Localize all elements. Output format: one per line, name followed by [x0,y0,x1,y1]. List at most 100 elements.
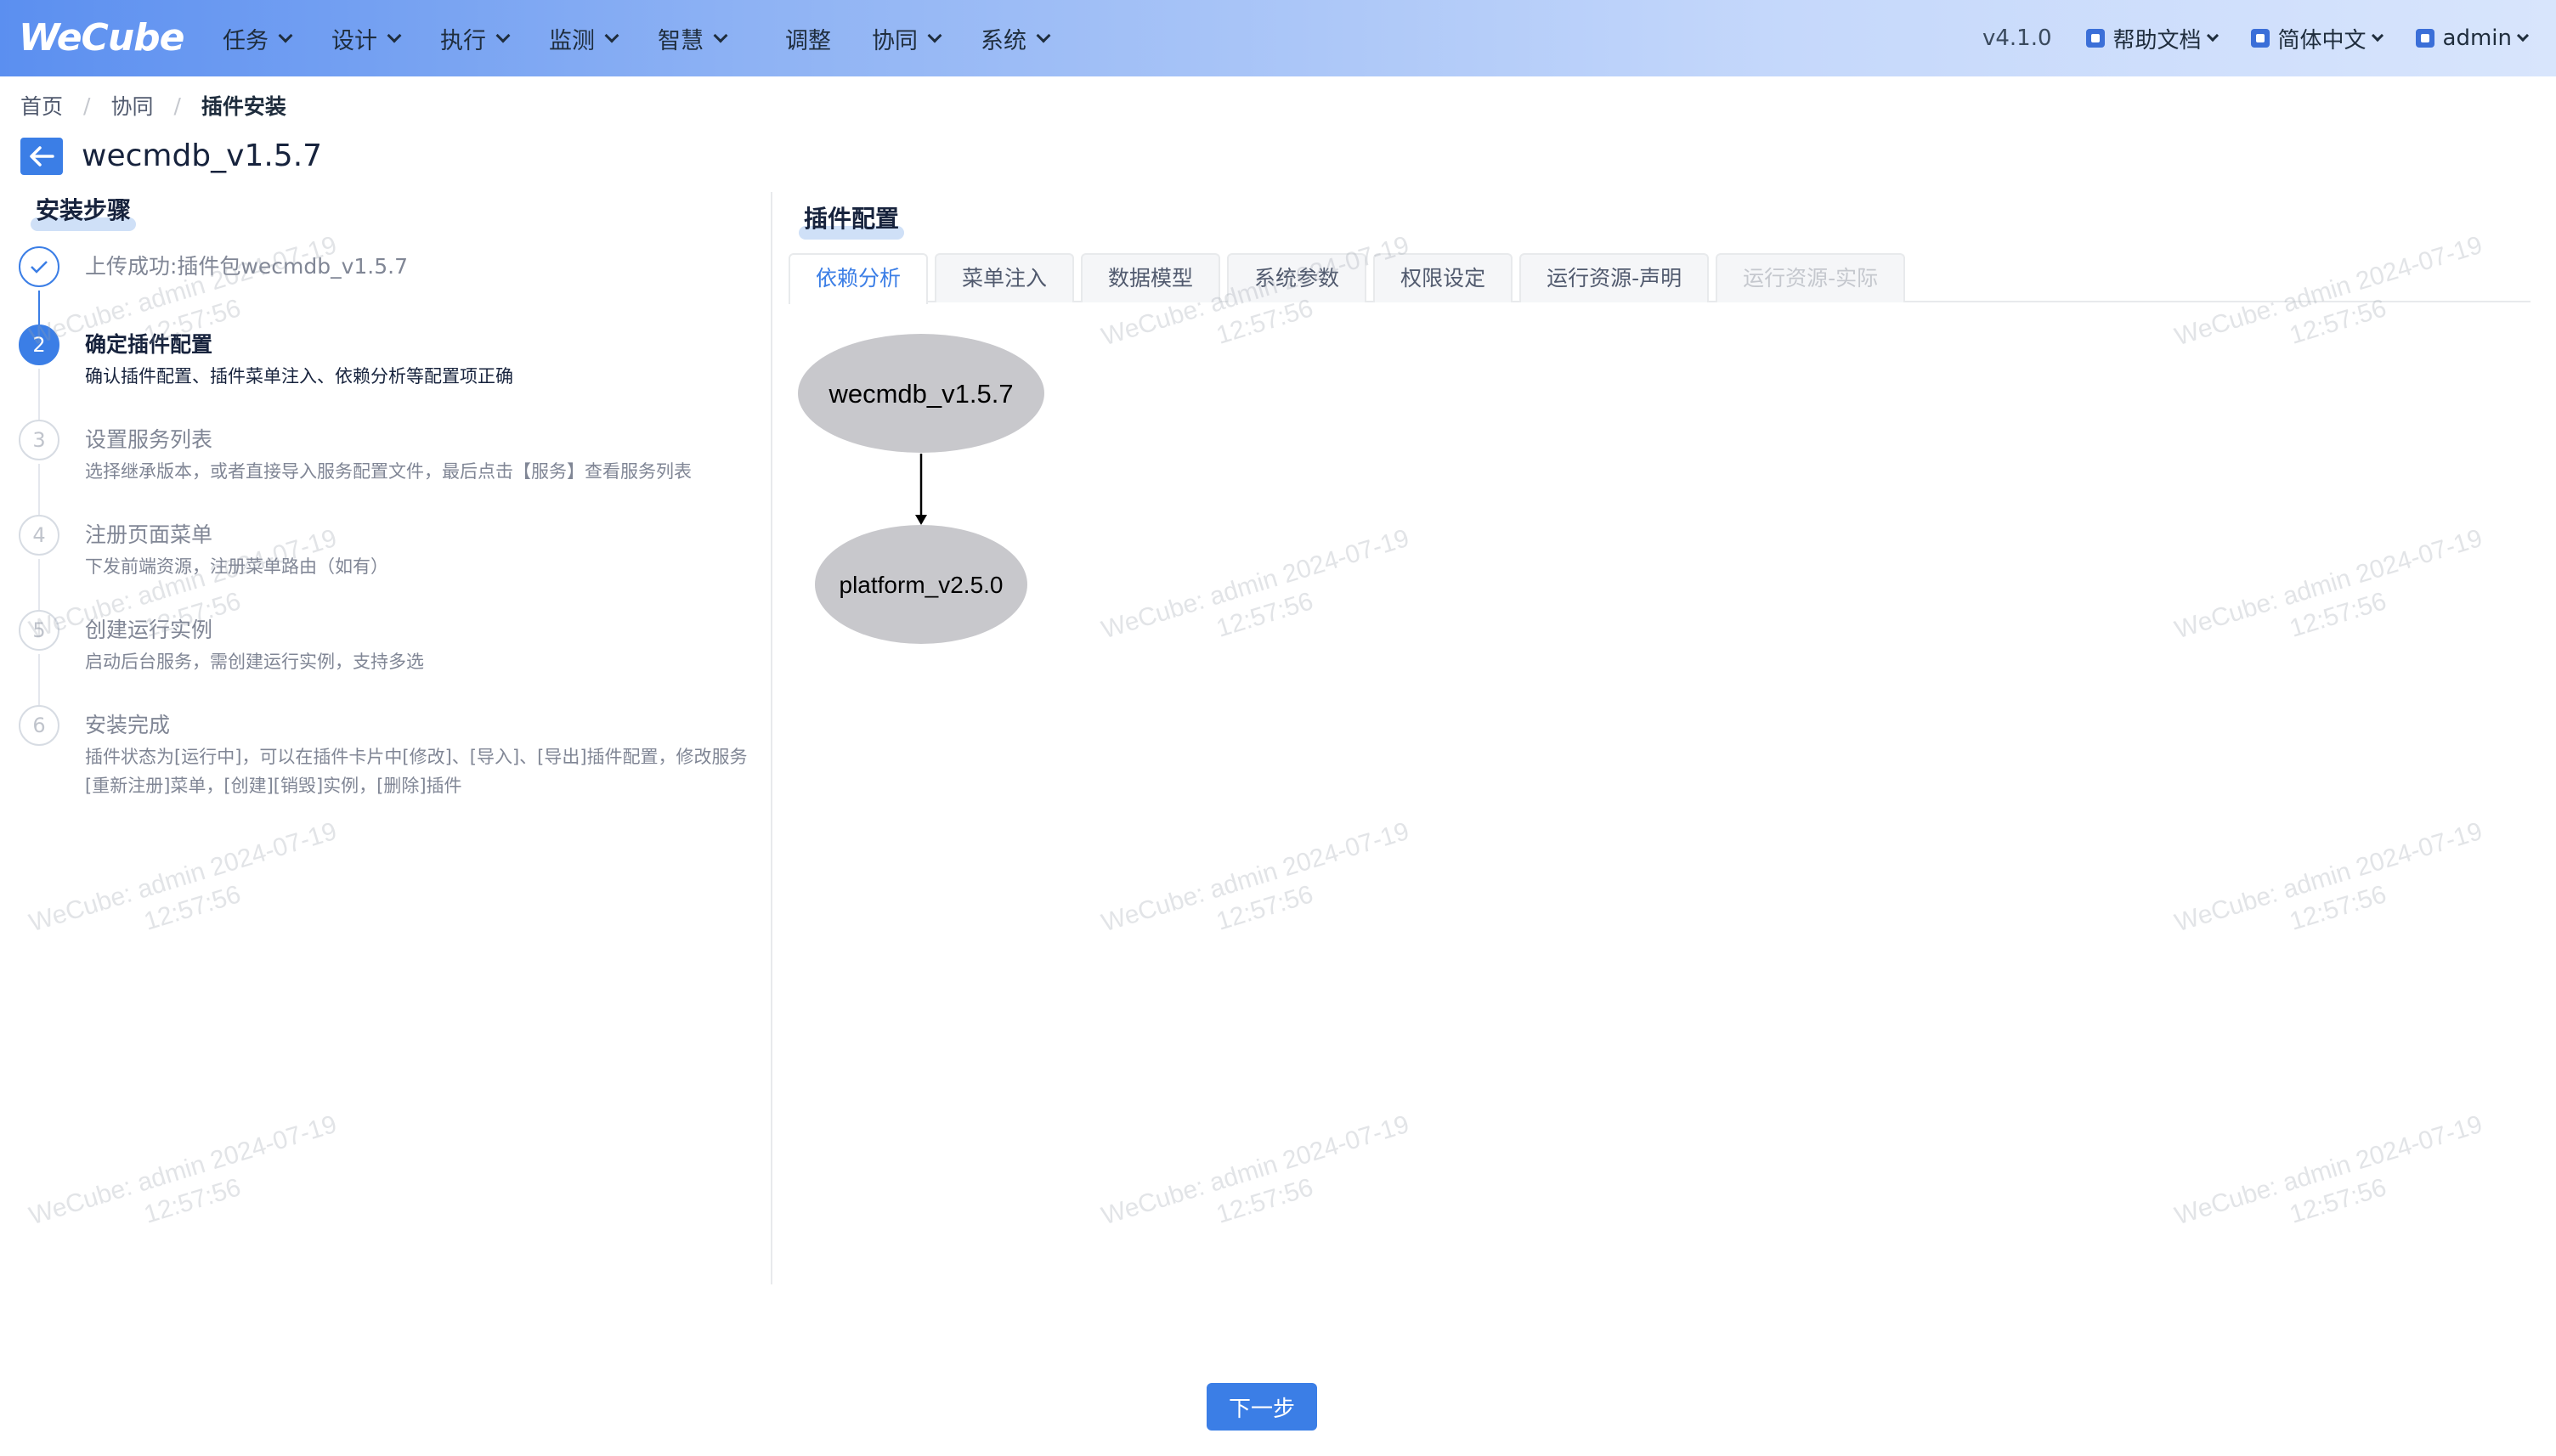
panel-divider [771,192,772,1284]
main-nav: 任务 设计 执行 监测 智慧 调整 协同 系统 [223,0,1089,76]
step-title: 确定插件配置 [85,332,213,357]
install-step: 4 注册页面菜单 下发前端资源，注册菜单路由（如有） [19,515,749,610]
step-title: 安装完成 [85,713,171,737]
chevron-down-icon [2371,29,2384,42]
tab[interactable]: 菜单注入 [935,253,1075,302]
watermark-line: WeCube: admin 2024-07-19 [1098,816,1413,938]
nav-item-label: 执行 [440,27,486,54]
step-title: 注册页面菜单 [85,522,213,547]
chevron-down-icon [604,28,619,43]
watermark-line: WeCube: admin 2024-07-19 [2171,1109,2486,1231]
step-connector [38,464,40,515]
watermark: WeCube: admin 2024-07-19 12:57:56 [2171,815,2496,971]
graph-node-platform[interactable]: platform_v2.5.0 [815,525,1027,644]
language-icon [2250,29,2270,48]
step-connector [38,291,40,324]
watermark-line: 12:57:56 [2286,587,2390,643]
chevron-down-icon [495,28,511,43]
tab[interactable]: 系统参数 [1227,253,1367,302]
nav-item[interactable]: 调整 [785,22,831,55]
step-title: 设置服务列表 [85,427,213,452]
tab[interactable]: 权限设定 [1373,253,1513,302]
plugin-config-tabs: 依赖分析 菜单注入 数据模型 系统参数 权限设定 运行资源-声明 运行资源-实际 [789,253,2531,304]
graph-node-wecmdb[interactable]: wecmdb_v1.5.7 [798,334,1044,453]
breadcrumb-separator: / [173,93,181,118]
chevron-down-icon [2206,29,2219,42]
breadcrumb-separator: / [83,93,91,118]
nav-item[interactable]: 任务 [223,22,293,55]
watermark: WeCube: admin 2024-07-19 12:57:56 [1098,522,1422,678]
watermark: WeCube: admin 2024-07-19 12:57:56 [1098,815,1422,971]
install-step: 5 创建运行实例 启动后台服务，需创建运行实例，支持多选 [19,610,749,705]
plugin-config-title: 插件配置 [798,200,905,240]
node-label: wecmdb_v1.5.7 [828,379,1013,409]
breadcrumb-home[interactable]: 首页 [20,90,63,121]
nav-item[interactable]: 协同 [872,22,942,55]
watermark-line: WeCube: admin 2024-07-19 [1098,523,1413,645]
top-navbar: WeCube 任务 设计 执行 监测 智慧 调整 协同 系统 v4.1.0 帮助文档 简体中文… [0,0,2556,76]
watermark-line: 12:57:56 [2286,880,2390,936]
tab[interactable]: 运行资源-声明 [1519,253,1710,302]
nav-item[interactable]: 执行 [440,22,511,55]
help-docs-icon [2085,29,2105,48]
step-description: 插件状态为[运行中]，可以在插件卡片中[修改]、[导入]、[导出]插件配置，修改… [85,747,748,796]
dependency-graph-svg: wecmdb_v1.5.7 platform_v2.5.0 [798,334,1044,644]
watermark-line: 12:57:56 [1213,587,1317,643]
help-docs-menu[interactable]: 帮助文档 [2085,23,2219,54]
watermark: WeCube: admin 2024-07-19 12:57:56 [1098,1109,1422,1264]
nav-item[interactable]: 设计 [331,22,402,55]
step-connector [38,559,40,610]
chevron-down-icon [1036,28,1051,43]
watermark: WeCube: admin 2024-07-19 12:57:56 [2171,522,2496,678]
step-description: 启动后台服务，需创建运行实例，支持多选 [85,652,424,672]
wecube-logo[interactable]: WeCube [19,14,185,61]
node-label: platform_v2.5.0 [840,572,1004,598]
nav-item[interactable]: 智慧 [658,22,728,55]
tab: 运行资源-实际 [1716,253,1906,302]
step-title: 上传成功:插件包wecmdb_v1.5.7 [85,254,408,279]
tab[interactable]: 依赖分析 [789,253,929,304]
install-step: 3 设置服务列表选择继承版本，或者直接导入服务配置文件，最后点击【服务】查看服务列… [19,420,749,515]
step-number: 4 [19,515,59,556]
language-menu[interactable]: 简体中文 [2250,23,2384,54]
page-title: wecmdb_v1.5.7 [82,138,323,173]
step-number: 2 [19,324,59,365]
step-connector [38,654,40,705]
user-icon [2415,29,2434,48]
chevron-down-icon [278,28,293,43]
language-label: 简体中文 [2277,27,2367,54]
back-button[interactable] [20,138,63,175]
nav-item-label: 协同 [872,27,918,54]
step-number: 5 [19,610,59,651]
watermark-line: 12:57:56 [2286,1173,2390,1229]
chevron-down-icon [387,28,402,43]
next-step-button[interactable]: 下一步 [1207,1383,1317,1431]
user-name: admin [2442,25,2512,51]
watermark-line: WeCube: admin 2024-07-19 [25,816,341,938]
install-step: 上传成功:插件包wecmdb_v1.5.7 [19,246,749,324]
check-icon [19,246,59,287]
step-connector [38,369,40,420]
nav-item[interactable]: 监测 [549,22,619,55]
breadcrumb: 首页 / 协同 / 插件安装 [20,90,286,121]
help-docs-label: 帮助文档 [2112,27,2202,54]
install-step: 6 安装完成插件状态为[运行中]，可以在插件卡片中[修改]、[导入]、[导出]插件… [19,705,749,800]
breadcrumb-parent[interactable]: 协同 [110,90,153,121]
nav-item-label: 系统 [981,27,1026,54]
nav-item-label: 任务 [223,27,269,54]
user-menu[interactable]: admin [2415,25,2530,51]
install-step: 2 确定插件配置确认插件配置、插件菜单注入、依赖分析等配置项正确 [19,324,749,420]
watermark-line: 12:57:56 [140,880,245,936]
step-number: 6 [19,705,59,746]
watermark-line: WeCube: admin 2024-07-19 [1098,1109,1413,1231]
header-tools: v4.1.0 帮助文档 简体中文 admin [1948,0,2530,76]
chevron-down-icon [2516,29,2530,42]
step-number: 3 [19,420,59,460]
watermark-line: WeCube: admin 2024-07-19 [2171,523,2486,645]
tab[interactable]: 数据模型 [1081,253,1221,302]
nav-item[interactable]: 系统 [981,22,1051,55]
dependency-graph: wecmdb_v1.5.7 platform_v2.5.0 [789,323,1060,666]
step-description: 选择继承版本，或者直接导入服务配置文件，最后点击【服务】查看服务列表 [85,461,692,482]
chevron-down-icon [927,28,942,43]
step-description: 确认插件配置、插件菜单注入、依赖分析等配置项正确 [85,366,513,387]
